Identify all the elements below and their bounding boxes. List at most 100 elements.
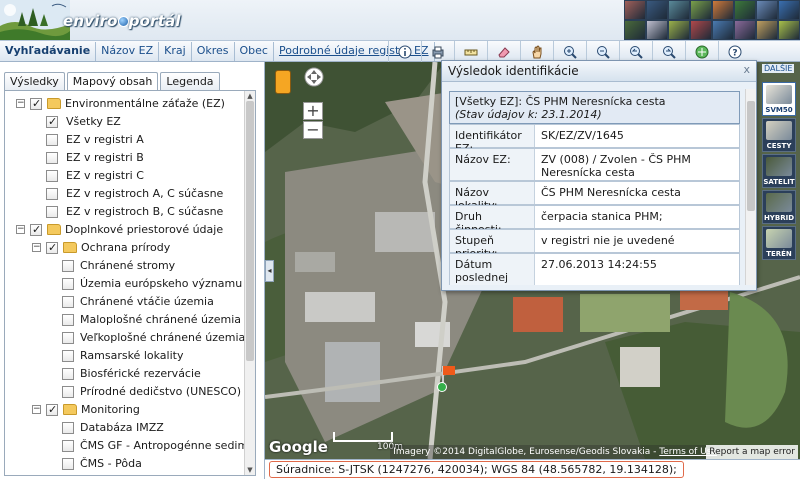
- layer-checkbox[interactable]: [46, 170, 58, 182]
- full-extent-tool-button[interactable]: [685, 41, 718, 62]
- photo-thumbnail[interactable]: [778, 20, 800, 40]
- photo-thumbnail[interactable]: [734, 20, 756, 40]
- layer-checkbox[interactable]: [46, 206, 58, 218]
- collapse-toggle-icon[interactable]: −: [16, 225, 25, 234]
- photo-thumbnail[interactable]: [778, 0, 800, 20]
- tree-scroll-thumb[interactable]: [246, 101, 254, 361]
- layer-tree-item[interactable]: Ramsarské lokality: [5, 347, 245, 365]
- layer-checkbox[interactable]: [30, 221, 42, 239]
- layer-tree-item[interactable]: Prírodné dedičstvo (UNESCO): [5, 383, 245, 401]
- collapse-panel-handle[interactable]: ◂: [265, 260, 274, 282]
- layer-tree-item[interactable]: Veľkoplošné chránené územia: [5, 329, 245, 347]
- zoom-in-button[interactable]: +: [303, 102, 323, 120]
- layer-tree-item[interactable]: − Ochrana prírody: [5, 239, 245, 257]
- layer-button-svm50[interactable]: SVM50: [762, 82, 796, 116]
- zoom-out-button[interactable]: −: [303, 121, 323, 139]
- help-tool-button[interactable]: ?: [718, 41, 751, 62]
- layer-tree-item[interactable]: − Doplnkové priestorové údaje: [5, 221, 245, 239]
- layer-checkbox[interactable]: [46, 134, 58, 146]
- layer-checkbox[interactable]: [46, 239, 58, 257]
- photo-thumbnail[interactable]: [756, 20, 778, 40]
- layer-tree-item[interactable]: − Monitoring: [5, 401, 245, 419]
- layer-tree-item[interactable]: EZ v registri B: [5, 149, 245, 167]
- zoom-prev-tool-button[interactable]: [619, 41, 652, 62]
- close-icon[interactable]: x: [743, 63, 750, 76]
- popup-scroll-thumb[interactable]: [747, 101, 755, 211]
- layer-checkbox[interactable]: [62, 350, 74, 362]
- layer-checkbox[interactable]: [62, 440, 74, 452]
- layer-checkbox[interactable]: [46, 401, 58, 419]
- photo-thumbnail[interactable]: [624, 20, 646, 40]
- zoom-out-tool-button[interactable]: [586, 41, 619, 62]
- layer-button-satelit[interactable]: SATELIT: [762, 154, 796, 188]
- nav-tab-2[interactable]: Kraj: [159, 41, 192, 61]
- layer-tree-item[interactable]: EZ v registroch B, C súčasne: [5, 203, 245, 221]
- layer-tree-item[interactable]: EZ v registri A: [5, 131, 245, 149]
- nav-tab-1[interactable]: Názov EZ: [96, 41, 160, 61]
- photo-thumbnail[interactable]: [668, 20, 690, 40]
- layer-button-cesty[interactable]: CESTY: [762, 118, 796, 152]
- location-flag-icon[interactable]: [443, 366, 455, 375]
- pan-hand-tool-button[interactable]: [520, 41, 553, 62]
- photo-thumbnail[interactable]: [734, 0, 756, 20]
- collapse-toggle-icon[interactable]: −: [32, 405, 41, 414]
- measure-tool-button[interactable]: [454, 41, 487, 62]
- photo-thumbnail[interactable]: [668, 0, 690, 20]
- layer-checkbox[interactable]: [46, 113, 58, 131]
- pan-control-icon[interactable]: [303, 66, 325, 90]
- layer-checkbox[interactable]: [62, 260, 74, 272]
- tab-results[interactable]: Výsledky: [4, 72, 65, 91]
- popup-scrollbar[interactable]: [745, 89, 756, 285]
- layer-tree-item[interactable]: Databáza IMZZ: [5, 419, 245, 437]
- scroll-down-arrow-icon[interactable]: ▼: [246, 466, 254, 474]
- zoom-next-tool-button[interactable]: [652, 41, 685, 62]
- layer-tree-item[interactable]: ČMS - Pôda: [5, 455, 245, 473]
- layer-tree-item[interactable]: ČMS GF - Antropogénne sedimenty: [5, 437, 255, 455]
- eraser-tool-button[interactable]: [487, 41, 520, 62]
- layer-checkbox[interactable]: [62, 368, 74, 380]
- logo-text[interactable]: enviro portál: [63, 12, 181, 30]
- nav-tab-3[interactable]: Okres: [192, 41, 235, 61]
- layer-tree-item[interactable]: Biosférické rezervácie: [5, 365, 245, 383]
- photo-thumbnail[interactable]: [646, 20, 668, 40]
- tab-map-content[interactable]: Mapový obsah: [66, 72, 159, 92]
- layer-checkbox[interactable]: [46, 188, 58, 200]
- site-marker-icon[interactable]: [437, 382, 447, 392]
- scroll-up-arrow-icon[interactable]: ▲: [246, 92, 254, 100]
- collapse-toggle-icon[interactable]: −: [32, 243, 41, 252]
- collapse-toggle-icon[interactable]: −: [16, 99, 25, 108]
- photo-thumbnail[interactable]: [690, 20, 712, 40]
- layer-checkbox[interactable]: [62, 422, 74, 434]
- photo-thumbnail[interactable]: [712, 0, 734, 20]
- photo-thumbnail[interactable]: [756, 0, 778, 20]
- layer-checkbox[interactable]: [62, 278, 74, 290]
- print-tool-button[interactable]: [421, 41, 454, 62]
- photo-thumbnail[interactable]: [646, 0, 668, 20]
- nav-tab-4[interactable]: Obec: [235, 41, 274, 61]
- layer-tree-item[interactable]: Všetky EZ: [5, 113, 245, 131]
- zoom-in-tool-button[interactable]: [553, 41, 586, 62]
- info-tool-button[interactable]: [388, 41, 421, 62]
- layer-checkbox[interactable]: [62, 332, 74, 344]
- layer-checkbox[interactable]: [30, 95, 42, 113]
- tab-legend[interactable]: Legenda: [160, 72, 220, 91]
- layer-checkbox[interactable]: [62, 296, 74, 308]
- more-layers-link[interactable]: ĎALŠIE: [762, 64, 795, 73]
- layer-tree-item[interactable]: Chránené vtáčie územia: [5, 293, 245, 311]
- layer-tree-item[interactable]: Maloplošné chránené územia: [5, 311, 245, 329]
- layer-checkbox[interactable]: [46, 152, 58, 164]
- photo-thumbnail[interactable]: [690, 0, 712, 20]
- layer-tree-item[interactable]: EZ v registroch A, C súčasne: [5, 185, 245, 203]
- layer-checkbox[interactable]: [62, 458, 74, 470]
- layer-button-hybrid[interactable]: HYBRID: [762, 190, 796, 224]
- layer-button-terén[interactable]: TERÉN: [762, 226, 796, 260]
- layer-checkbox[interactable]: [62, 386, 74, 398]
- layer-tree-item[interactable]: Územia európskeho významu: [5, 275, 245, 293]
- photo-thumbnail[interactable]: [624, 0, 646, 20]
- layer-tree-item[interactable]: EZ v registri C: [5, 167, 245, 185]
- layer-tree-item[interactable]: Chránené stromy: [5, 257, 245, 275]
- layer-checkbox[interactable]: [62, 314, 74, 326]
- report-map-error-link[interactable]: Report a map error: [706, 445, 798, 459]
- layer-tree-item[interactable]: − Environmentálne záťaže (EZ): [5, 95, 245, 113]
- tree-scrollbar[interactable]: ▲ ▼: [244, 91, 255, 475]
